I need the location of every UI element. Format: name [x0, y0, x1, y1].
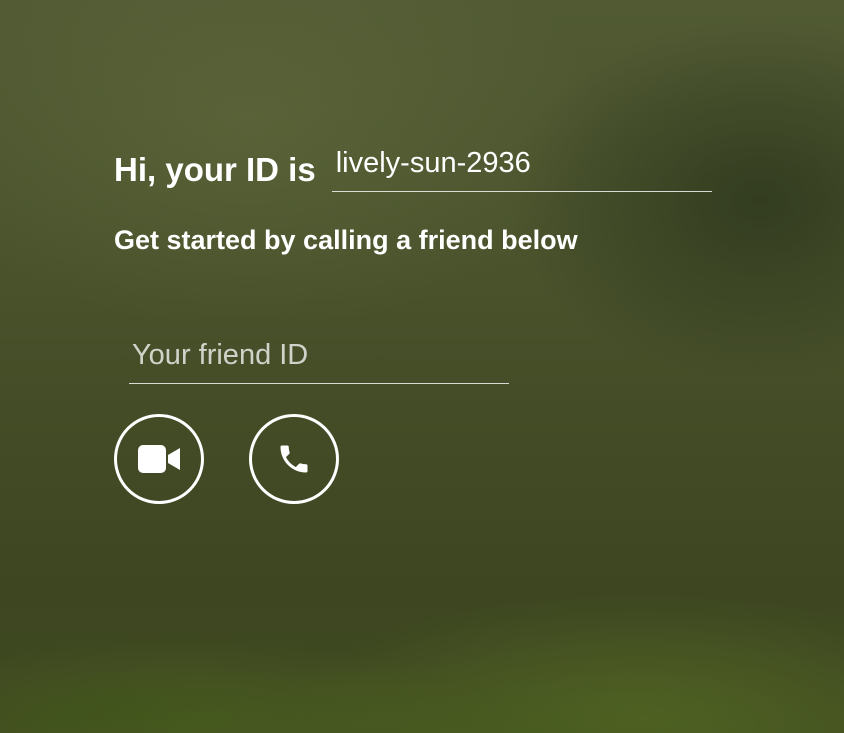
greeting-label: Hi, your ID is: [114, 151, 316, 188]
background-landscape: [0, 533, 844, 733]
friend-id-wrap: [129, 334, 509, 384]
audio-call-button[interactable]: [249, 414, 339, 504]
subtitle: Get started by calling a friend below: [114, 225, 578, 255]
my-id-field[interactable]: [331, 140, 712, 192]
greeting-row: Hi, your ID is: [114, 140, 734, 192]
video-camera-icon: [138, 445, 180, 473]
main-panel: Hi, your ID is Get started by calling a …: [114, 140, 734, 504]
phone-icon: [276, 441, 312, 477]
friend-id-input[interactable]: [129, 334, 509, 384]
call-buttons: [114, 414, 734, 504]
video-call-button[interactable]: [114, 414, 204, 504]
